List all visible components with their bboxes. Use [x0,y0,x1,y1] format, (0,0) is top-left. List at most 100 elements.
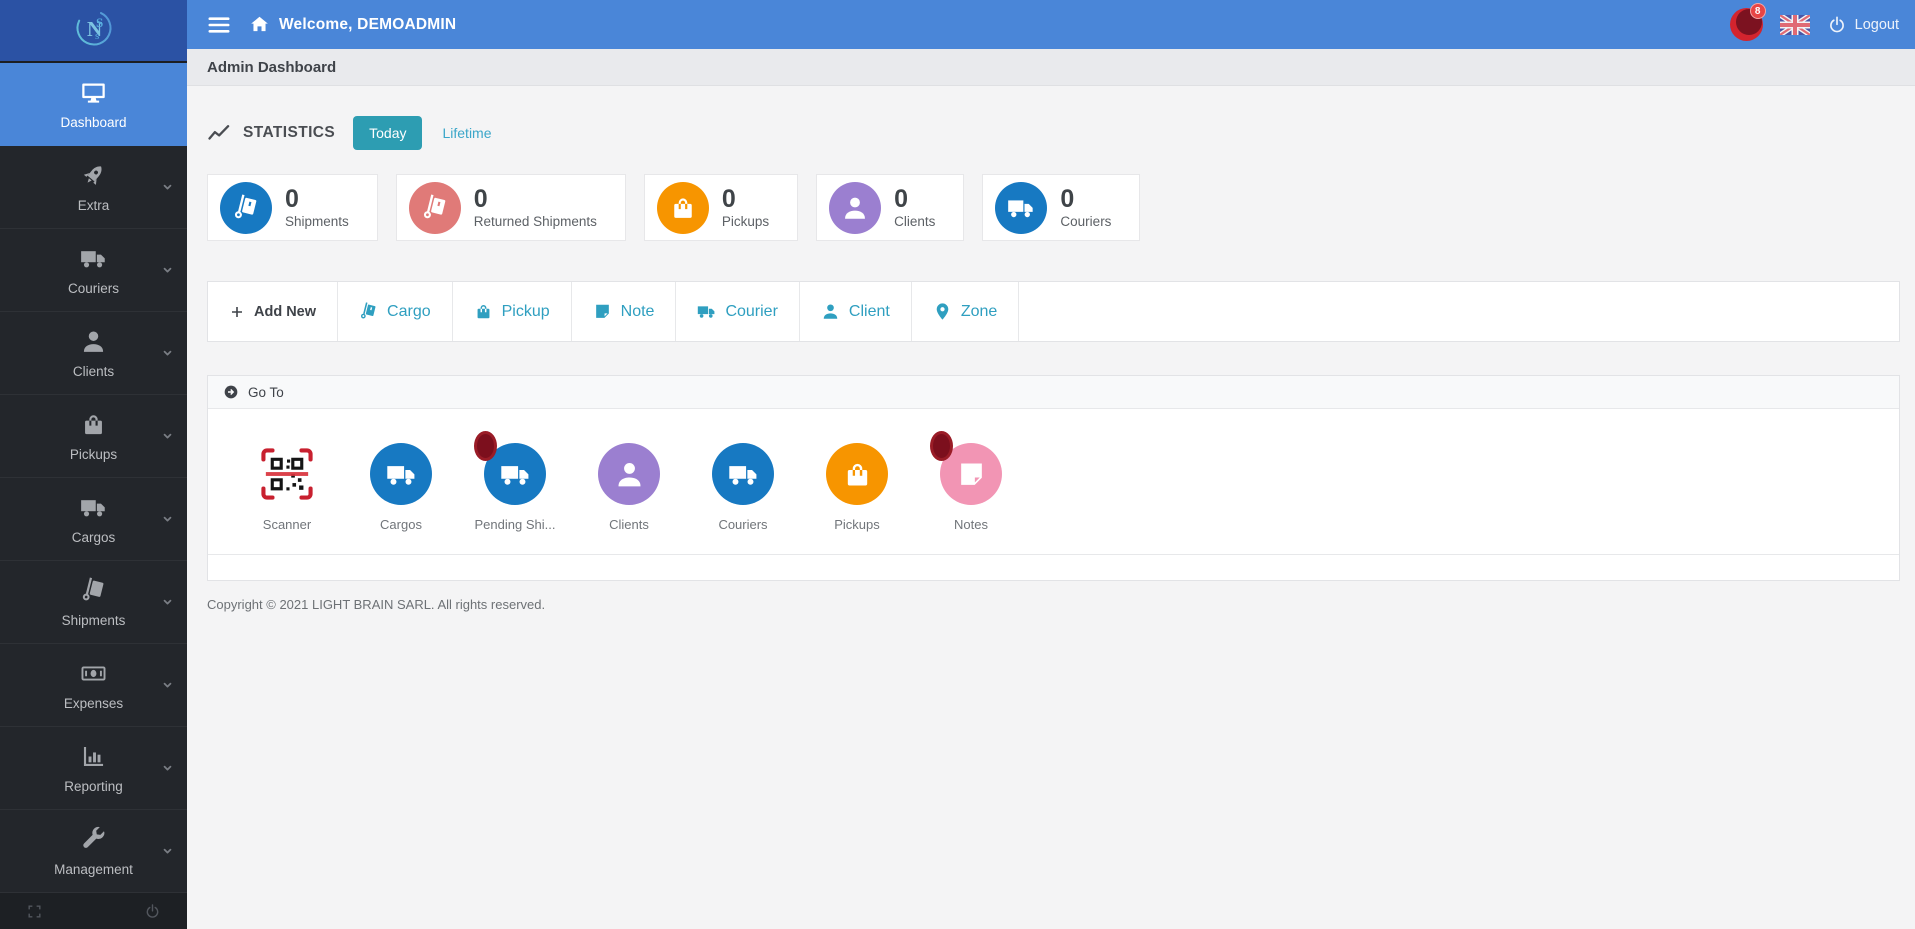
goto-cargos[interactable]: Cargos [344,443,458,540]
dolly-icon [421,194,449,222]
add-pickup-button[interactable]: Pickup [453,282,572,341]
sidebar-item-extra[interactable]: Extra [0,146,187,229]
map-marker-icon [933,302,952,321]
sidebar-item-cargos[interactable]: Cargos [0,478,187,561]
chevron-down-icon [161,181,174,194]
bag-icon [80,411,107,438]
user-icon [614,459,645,490]
sidebar-menu: Dashboard Extra Couriers Clients Pickups Carg… [0,63,187,893]
fullscreen-icon[interactable] [26,903,43,920]
stat-card-returned-shipments: 0 Returned Shipments [395,174,626,241]
truck-icon [386,459,417,490]
logout-label: Logout [1854,16,1899,33]
bag-icon [474,302,493,321]
alert-badge [474,431,497,461]
note-icon [956,459,987,490]
goto-scanner[interactable]: Scanner [230,443,344,540]
user-icon [841,194,869,222]
quick-add-toolbar: Add New Cargo Pickup Note Courier Client Zone [207,281,1900,342]
menu-toggle-icon[interactable] [206,12,232,38]
page-title: Admin Dashboard [187,49,1915,86]
bag-icon [669,194,697,222]
dolly-icon [80,577,107,604]
goto-couriers[interactable]: Couriers [686,443,800,540]
desktop-icon [80,79,107,106]
truck-icon [728,459,759,490]
sidebar-footer [0,893,187,929]
svg-text:s: s [95,30,99,42]
chevron-down-icon [161,596,174,609]
alert-badge [930,431,953,461]
add-note-button[interactable]: Note [572,282,677,341]
sidebar-item-couriers[interactable]: Couriers [0,229,187,312]
add-client-button[interactable]: Client [800,282,912,341]
money-icon [80,660,107,687]
notification-count-badge: 8 [1749,3,1766,19]
truck-icon [697,302,716,321]
filter-today-button[interactable]: Today [353,116,423,150]
goto-pending-shi[interactable]: Pending Shi... [458,431,572,540]
truck-icon [1007,194,1035,222]
stat-card-shipments: 0 Shipments [207,174,378,241]
statistics-title: STATISTICS [243,124,336,141]
power-icon [1827,15,1847,35]
chevron-down-icon [161,762,174,775]
svg-text:S: S [96,15,103,30]
chevron-down-icon [161,430,174,443]
chevron-down-icon [161,264,174,277]
logout-button[interactable]: Logout [1827,15,1899,35]
welcome-text: Welcome, DEMOADMIN [279,15,457,33]
sidebar: N S s Dashboard Extra Couriers Clients Picku… [0,0,187,929]
stat-card-clients: 0 Clients [816,174,965,241]
sidebar-item-pickups[interactable]: Pickups [0,395,187,478]
arrow-circle-right-icon [223,384,239,400]
sidebar-item-dashboard[interactable]: Dashboard [0,63,187,146]
home-link[interactable]: Welcome, DEMOADMIN [249,14,456,35]
notifications-button[interactable]: 8 [1729,3,1766,41]
user-icon [821,302,840,321]
main-area: Welcome, DEMOADMIN 8 Logout Admin Dashbo… [187,0,1915,929]
chevron-down-icon [161,845,174,858]
add-cargo-button[interactable]: Cargo [338,282,453,341]
sidebar-item-shipments[interactable]: Shipments [0,561,187,644]
filter-lifetime-link[interactable]: Lifetime [442,125,491,141]
sidebar-item-expenses[interactable]: Expenses [0,644,187,727]
goto-clients[interactable]: Clients [572,443,686,540]
goto-title: Go To [248,384,284,400]
sidebar-item-reporting[interactable]: Reporting [0,727,187,810]
goto-panel-footer [208,554,1899,580]
goto-items-row: Scanner Cargos Pending Shi... Clients Courie… [208,409,1899,554]
goto-panel-header: Go To [208,376,1899,409]
content: STATISTICS Today Lifetime 0 Shipments 0 Ret… [187,86,1915,929]
truck-icon [500,459,531,490]
note-icon [593,302,612,321]
chevron-down-icon [161,347,174,360]
sidebar-item-management[interactable]: Management [0,810,187,893]
power-icon[interactable] [144,903,161,920]
qr-icon [258,445,316,503]
brand-logo-icon: N S s [72,6,116,55]
app-window: N S s Dashboard Extra Couriers Clients Picku… [0,0,1915,929]
dolly-icon [232,194,260,222]
add-zone-button[interactable]: Zone [912,282,1020,341]
add-courier-button[interactable]: Courier [676,282,800,341]
wrench-icon [80,826,107,853]
stat-card-couriers: 0 Couriers [982,174,1141,241]
chevron-down-icon [161,513,174,526]
user-icon [80,328,107,355]
topbar: Welcome, DEMOADMIN 8 Logout [187,0,1915,49]
goto-panel: Go To Scanner Cargos Pending Shi... Clients… [207,375,1900,581]
statistics-header: STATISTICS Today Lifetime [207,116,1900,150]
truck-icon [80,494,107,521]
logo-block: N S s [0,0,187,63]
bag-icon [842,459,873,490]
truck-icon [80,245,107,272]
goto-pickups[interactable]: Pickups [800,443,914,540]
copyright-text: Copyright © 2021 LIGHT BRAIN SARL. All r… [207,597,546,612]
add-new-button[interactable]: Add New [208,282,339,341]
plus-icon [229,304,245,320]
sidebar-item-clients[interactable]: Clients [0,312,187,395]
language-flag-uk[interactable] [1779,14,1810,35]
goto-notes[interactable]: Notes [914,431,1028,540]
